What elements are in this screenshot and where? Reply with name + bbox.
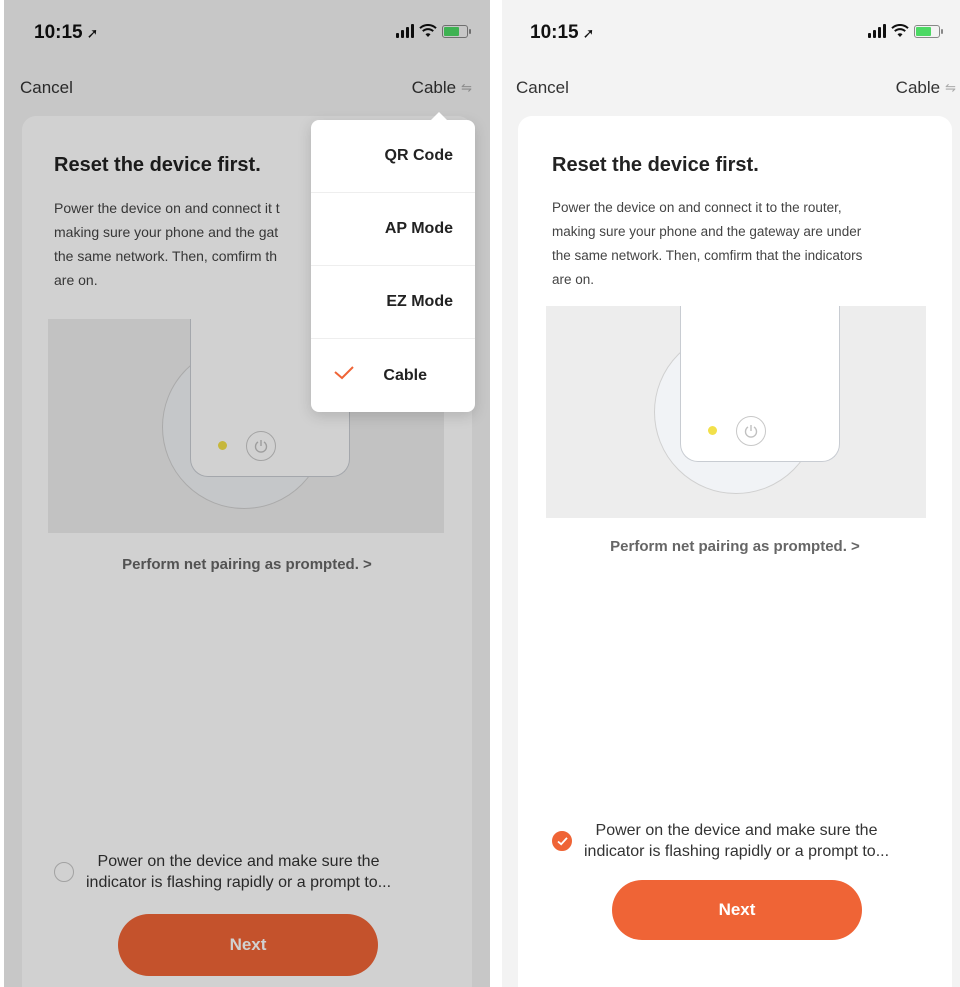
mode-switch-button[interactable]: Cable ⇋ (896, 78, 956, 98)
status-icons (868, 24, 943, 38)
nav-bar: Cancel Cable ⇋ (502, 70, 960, 106)
menu-item-qr-code[interactable]: QR Code (311, 120, 475, 193)
mode-dropdown-menu: QR Code AP Mode EZ Mode Cable (311, 112, 475, 412)
menu-item-cable[interactable]: Cable (311, 339, 475, 412)
cancel-button[interactable]: Cancel (516, 78, 569, 98)
agree-row[interactable]: Power on the device and make sure the in… (552, 820, 889, 862)
card-description: Power the device on and connect it to th… (552, 200, 863, 287)
status-time: 10:15 ➚ (530, 22, 595, 43)
cellular-signal-icon (868, 24, 886, 38)
instruction-card: Reset the device first. Power the device… (518, 116, 952, 987)
indicator-led (708, 426, 717, 435)
menu-item-ap-mode[interactable]: AP Mode (311, 193, 475, 266)
agree-radio-checked[interactable] (552, 831, 572, 851)
power-icon (736, 416, 766, 446)
phone-screen-agreed: 10:15 ➚ Cancel Cable ⇋ Reset the device f… (502, 0, 960, 987)
swap-arrows-icon: ⇋ (945, 80, 956, 95)
net-pairing-link[interactable]: Perform net pairing as prompted. > (518, 538, 952, 555)
agree-text: Power on the device and make sure the in… (584, 822, 890, 860)
device-illustration (546, 306, 926, 518)
status-bar: 10:15 ➚ (502, 0, 960, 70)
phone-screen-mode-menu-open: 10:15 ➚ Cancel Cable ⇋ Reset the device f… (4, 0, 490, 987)
next-button[interactable]: Next (612, 880, 862, 940)
battery-charging-icon (914, 24, 943, 38)
mode-label: Cable (895, 78, 941, 97)
menu-item-ez-mode[interactable]: EZ Mode (311, 266, 475, 339)
location-arrow-icon: ➚ (582, 25, 595, 41)
wifi-icon (891, 24, 909, 37)
check-icon (556, 836, 568, 845)
card-title: Reset the device first. (552, 154, 759, 176)
checkmark-icon (334, 366, 354, 380)
